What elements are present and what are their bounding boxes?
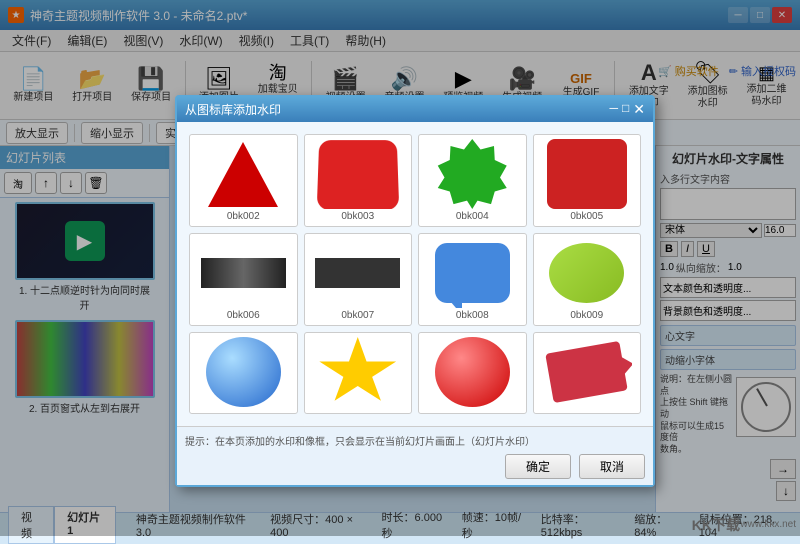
icon-item-red-ball[interactable] [418, 332, 527, 414]
icon-item-0bk005[interactable]: 0bk005 [533, 134, 642, 227]
green-seal-icon [435, 139, 510, 209]
icon-item-0bk004[interactable]: 0bk004 [418, 134, 527, 227]
star-icon [318, 337, 398, 407]
icon-item-0bk008[interactable]: 0bk008 [418, 233, 527, 326]
modal-body: 0bk002 0bk003 0bk004 [177, 122, 653, 426]
icon-preview-0bk004 [427, 139, 517, 209]
icon-item-0bk002[interactable]: 0bk002 [189, 134, 298, 227]
modal-header: 从图标库添加水印 ─ □ ✕ [177, 97, 653, 122]
red-peel-icon [547, 139, 627, 209]
icon-item-0bk006[interactable]: 0bk006 [189, 233, 298, 326]
icon-label-0bk007: 0bk007 [341, 310, 374, 321]
icon-item-0bk009[interactable]: 0bk009 [533, 233, 642, 326]
icon-label-0bk005: 0bk005 [570, 211, 603, 222]
icon-item-star[interactable] [304, 332, 413, 414]
icon-preview-0bk009 [542, 238, 632, 308]
modal-max-btn[interactable]: □ [622, 101, 629, 118]
icon-preview-0bk005 [542, 139, 632, 209]
modal-overlay: 从图标库添加水印 ─ □ ✕ 0bk002 [0, 0, 800, 536]
modal-footer: 提示：在本页添加的水印和像框，只会显示在当前幻灯片画面上（幻灯片水印） 确定 取… [177, 426, 653, 485]
icon-preview-0bk007 [313, 238, 403, 308]
cancel-btn[interactable]: 取消 [579, 454, 645, 479]
icon-label-0bk002: 0bk002 [227, 211, 260, 222]
icon-library-modal: 从图标库添加水印 ─ □ ✕ 0bk002 [175, 95, 655, 487]
icon-label-0bk004: 0bk004 [456, 211, 489, 222]
icon-item-0bk003[interactable]: 0bk003 [304, 134, 413, 227]
blue-ball-icon [206, 337, 281, 407]
modal-min-btn[interactable]: ─ [610, 101, 619, 118]
icon-grid: 0bk002 0bk003 0bk004 [185, 130, 645, 418]
icon-label-0bk006: 0bk006 [227, 310, 260, 321]
confirm-btn[interactable]: 确定 [505, 454, 571, 479]
icon-preview-red-ball [427, 337, 517, 407]
black-rect-icon [201, 258, 286, 288]
icon-item-tag[interactable] [533, 332, 642, 414]
modal-tip: 提示：在本页添加的水印和像框，只会显示在当前幻灯片画面上（幻灯片水印） [185, 433, 645, 448]
icon-item-blue-ball[interactable] [189, 332, 298, 414]
red-rounded-icon [316, 140, 399, 209]
speech-bubble-icon [435, 243, 510, 303]
red-ball-icon [435, 337, 510, 407]
icon-preview-star [313, 337, 403, 407]
modal-close-btn[interactable]: ✕ [633, 101, 645, 118]
modal-title: 从图标库添加水印 [185, 101, 281, 118]
icon-label-0bk003: 0bk003 [341, 211, 374, 222]
icon-preview-0bk002 [198, 139, 288, 209]
modal-actions: 确定 取消 [185, 454, 645, 479]
icon-label-0bk008: 0bk008 [456, 310, 489, 321]
green-bubble-icon [549, 243, 624, 303]
icon-preview-0bk008 [427, 238, 517, 308]
red-triangle-icon [208, 142, 278, 207]
tag-icon [545, 341, 628, 403]
icon-preview-tag [542, 337, 632, 407]
icon-preview-0bk003 [313, 139, 403, 209]
modal-header-controls: ─ □ ✕ [610, 101, 646, 118]
icon-preview-blue-ball [198, 337, 288, 407]
icon-preview-0bk006 [198, 238, 288, 308]
icon-item-0bk007[interactable]: 0bk007 [304, 233, 413, 326]
icon-label-0bk009: 0bk009 [570, 310, 603, 321]
dark-rect-icon [315, 258, 400, 288]
